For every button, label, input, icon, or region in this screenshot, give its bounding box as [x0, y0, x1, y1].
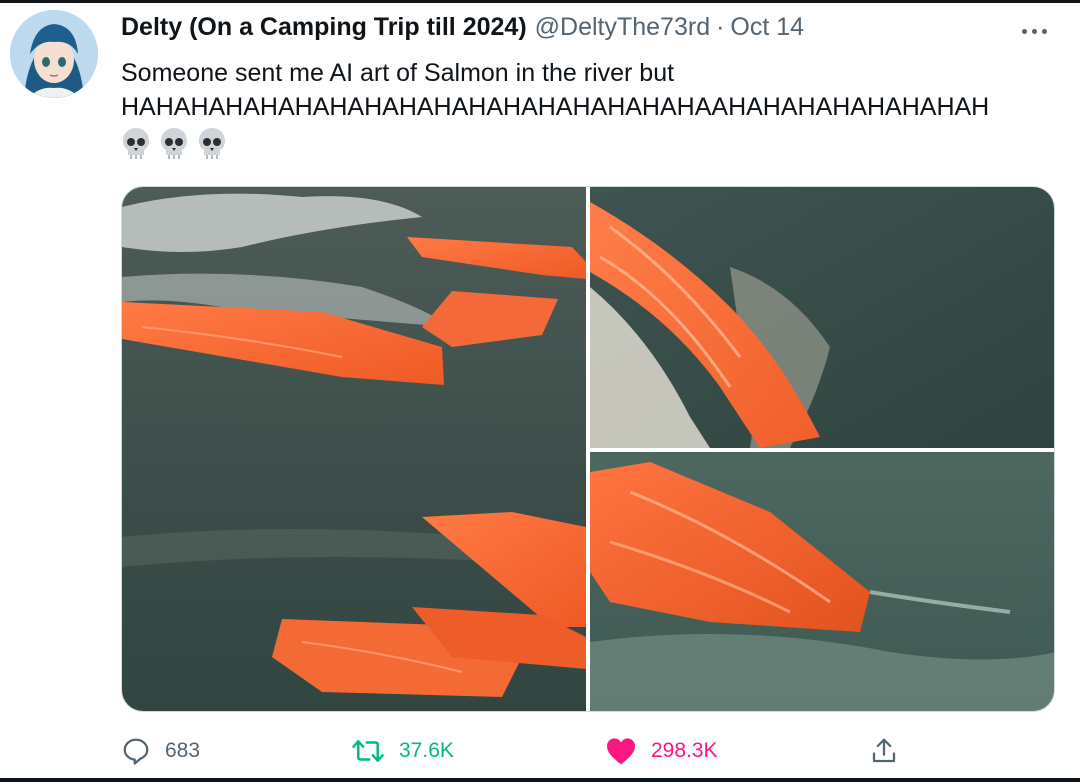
- tweet-text: Someone sent me AI art of Salmon in the …: [121, 56, 1061, 124]
- share-button[interactable]: [869, 736, 899, 766]
- reply-icon: [123, 738, 149, 765]
- retweet-icon: [352, 740, 384, 762]
- like-button[interactable]: 298.3K: [605, 736, 718, 766]
- tweet-date[interactable]: Oct 14: [730, 13, 804, 42]
- skull-emoji: [123, 128, 149, 159]
- like-count: 298.3K: [651, 739, 718, 762]
- display-name[interactable]: Delty (On a Camping Trip till 2024): [121, 13, 527, 42]
- media-image-3[interactable]: [590, 452, 1054, 711]
- separator-dot: ·: [716, 13, 725, 41]
- tweet-header: Delty (On a Camping Trip till 2024) @Del…: [121, 13, 804, 47]
- heart-icon: [607, 738, 635, 765]
- tweet-text-line-2: HAHAHAHAHAHAHAHAHAHAHAHAHAHAHAHAHAAHAHAH…: [121, 93, 990, 121]
- skull-emoji: [199, 128, 225, 159]
- more-icon[interactable]: [1022, 22, 1052, 40]
- retweet-count: 37.6K: [399, 739, 454, 762]
- share-icon: [872, 738, 896, 763]
- emoji-row: [121, 126, 227, 166]
- skull-emoji: [161, 128, 187, 159]
- media-grid: [121, 186, 1055, 712]
- action-bar: 683 37.6K 298.3K: [121, 732, 921, 776]
- media-image-2[interactable]: [590, 187, 1054, 448]
- reply-button[interactable]: 683: [121, 736, 200, 766]
- reply-count: 683: [165, 739, 201, 762]
- retweet-button[interactable]: 37.6K: [351, 736, 454, 766]
- tweet-text-line-1: Someone sent me AI art of Salmon in the …: [121, 59, 675, 87]
- avatar[interactable]: [10, 10, 98, 98]
- user-handle[interactable]: @DeltyThe73rd: [535, 13, 710, 42]
- media-image-1[interactable]: [122, 187, 586, 711]
